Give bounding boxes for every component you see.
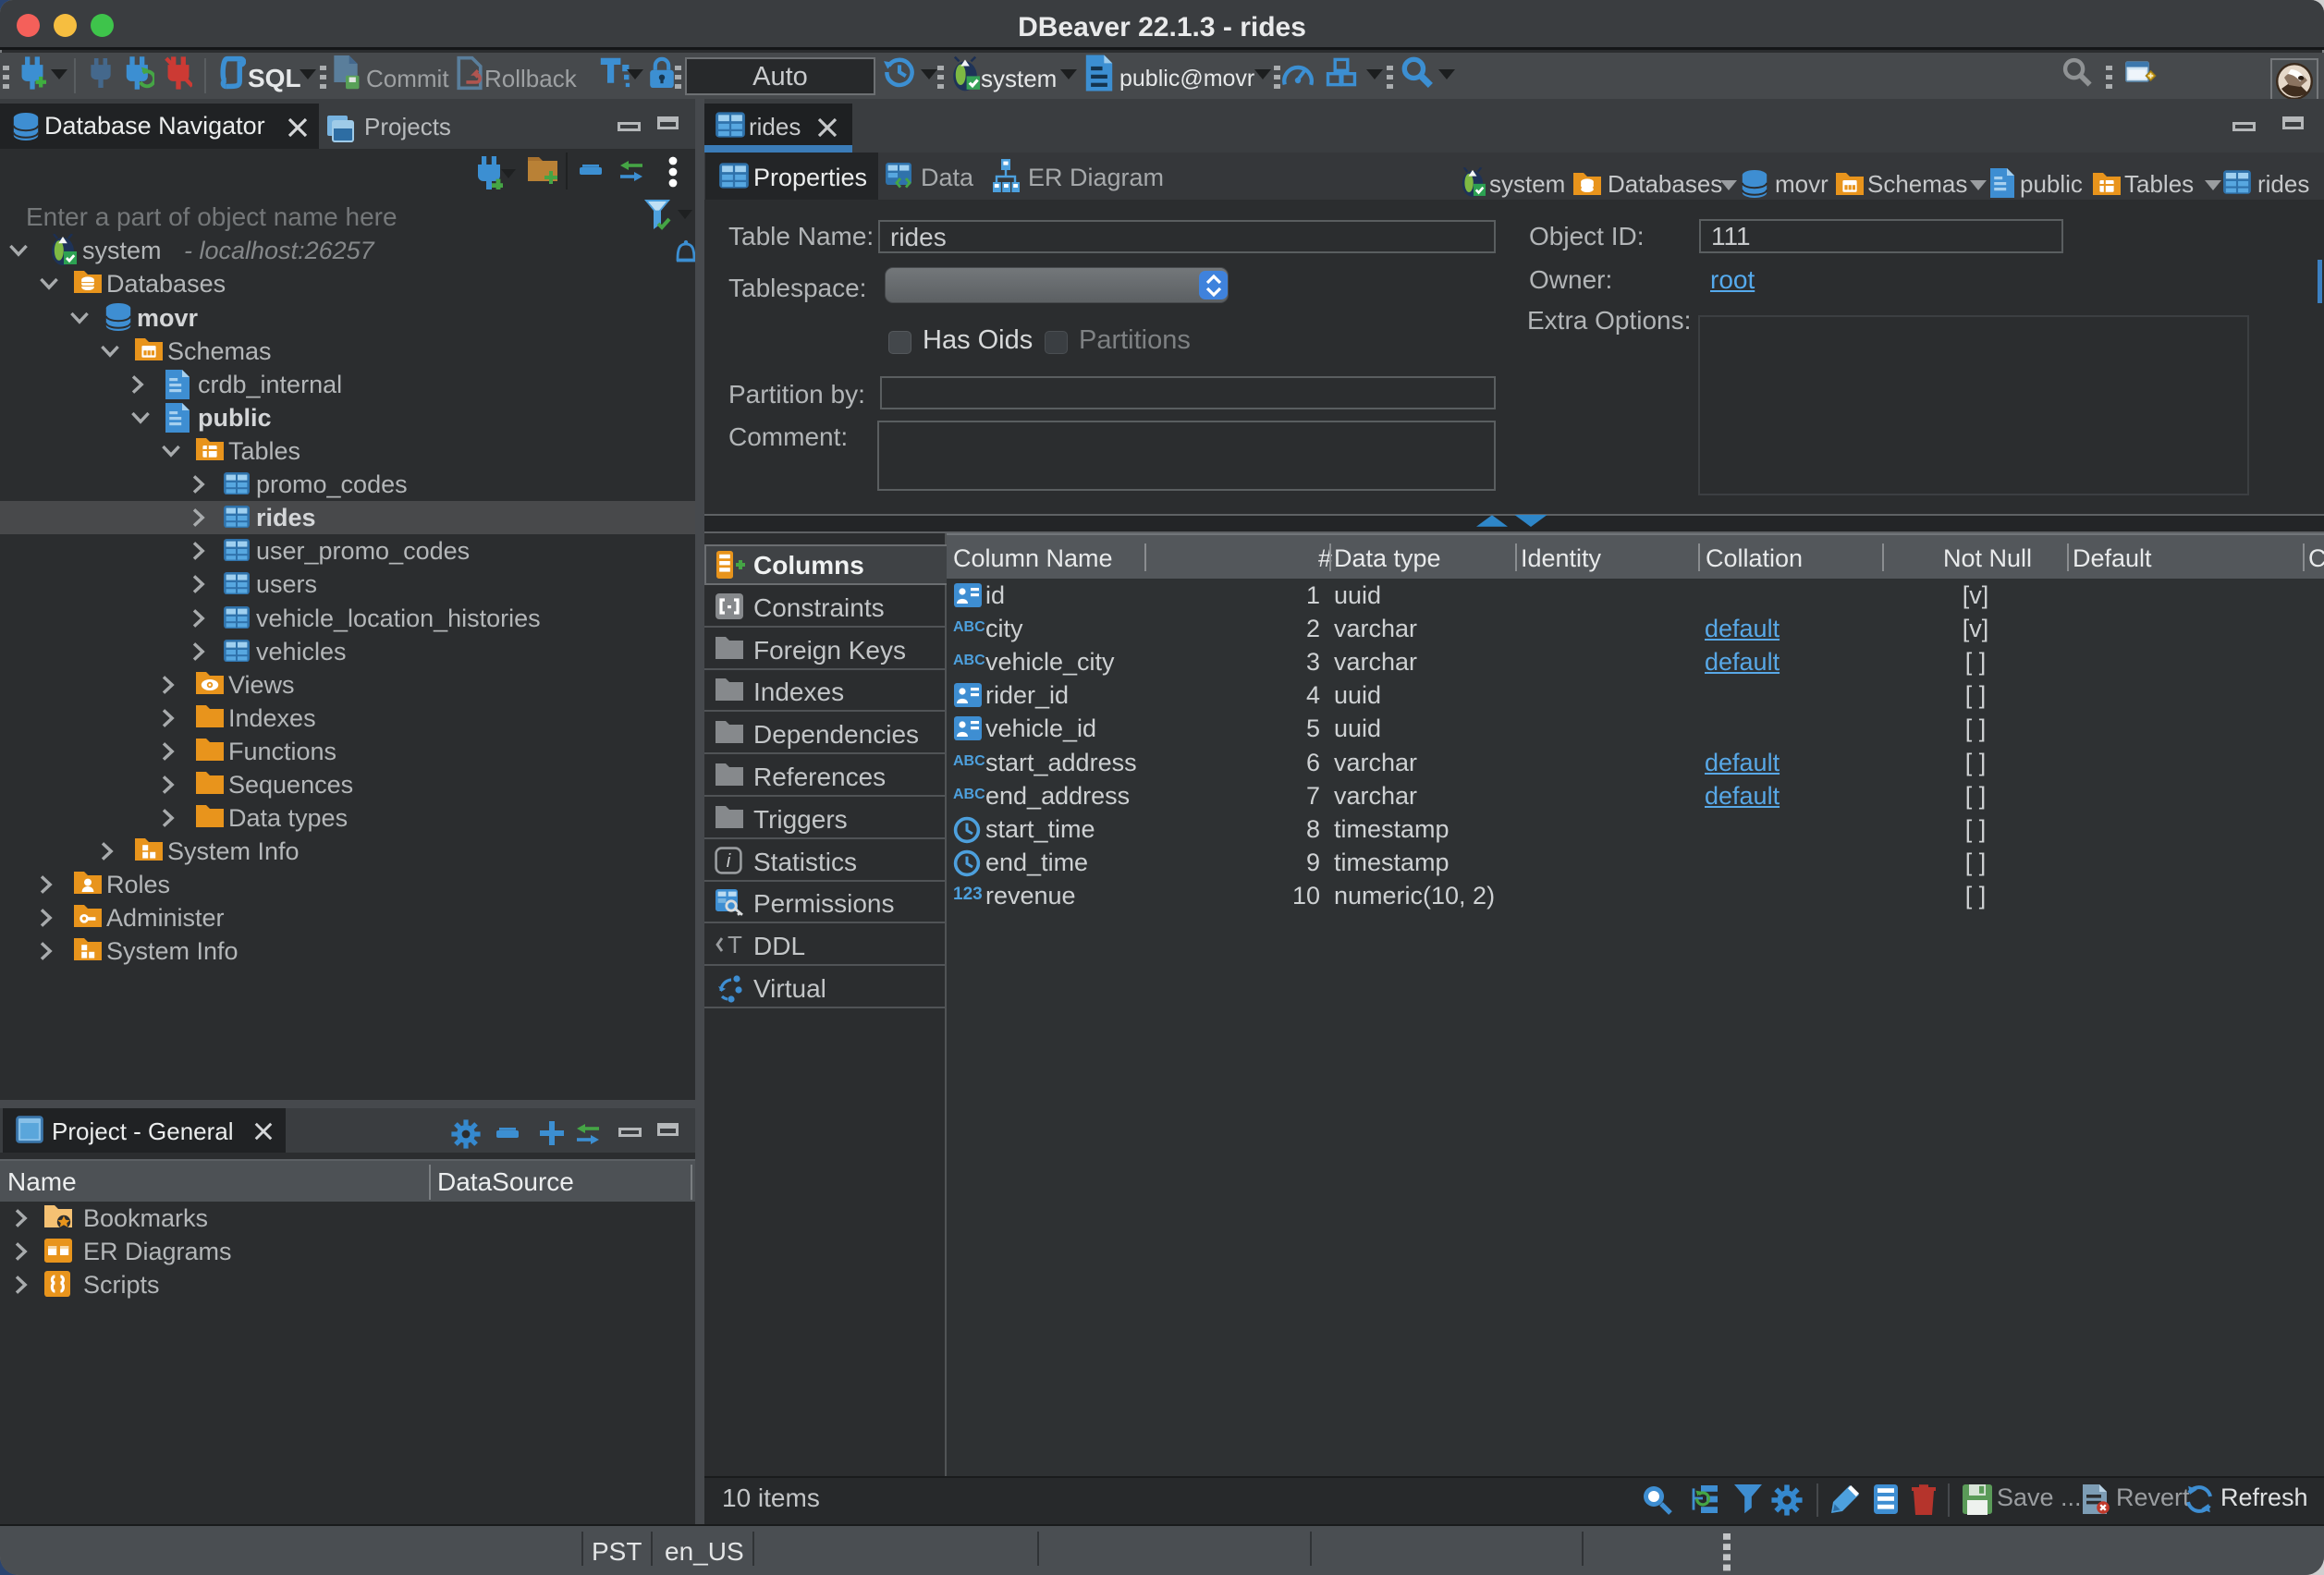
svg-text:i: i [727,851,731,872]
svg-text:T: T [728,931,742,958]
